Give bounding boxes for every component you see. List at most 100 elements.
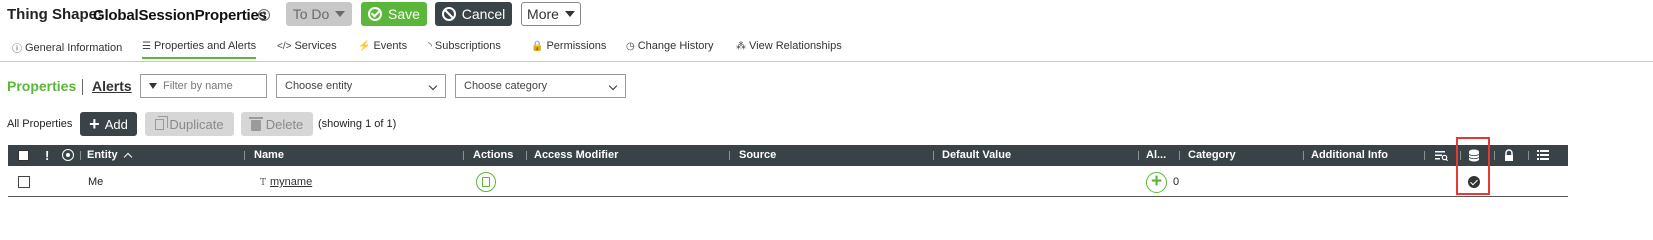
sitemap-icon: ⁂: [736, 40, 746, 52]
column-header-actions[interactable]: Actions: [473, 149, 513, 161]
trash-icon: [248, 116, 263, 131]
tab-label: Change History: [637, 40, 714, 52]
tab-label: View Relationships: [749, 40, 842, 52]
filter-placeholder: Filter by name: [163, 80, 233, 92]
tab-label: Permissions: [546, 40, 607, 52]
sort-ascending-icon: [123, 152, 132, 162]
string-type-icon: T: [260, 178, 267, 188]
alert-count: 0: [1173, 176, 1180, 188]
showing-count: (showing 1 of 1): [318, 118, 397, 130]
column-header-access-modifier[interactable]: Access Modifier: [534, 149, 618, 161]
page-title: GlobalSessionProperties: [93, 7, 267, 24]
tab-label: Services: [294, 40, 337, 52]
alert-column-icon[interactable]: !: [45, 148, 49, 163]
clock-icon: ◷: [626, 40, 635, 52]
column-divider: [933, 151, 934, 160]
column-header-category[interactable]: Category: [1188, 149, 1236, 161]
entity-select[interactable]: Choose entity: [276, 74, 446, 98]
chevron-down-icon: [428, 81, 438, 91]
tab-label: Properties and Alerts: [153, 40, 257, 52]
more-button-label: More: [527, 6, 559, 22]
column-header-additional-info[interactable]: Additional Info: [1311, 149, 1388, 161]
lock-icon[interactable]: [1502, 149, 1516, 162]
persistent-check-icon: [1468, 176, 1480, 188]
add-button-label: Add: [104, 116, 128, 132]
tab-label: Events: [373, 40, 408, 52]
copy-icon: [155, 115, 169, 130]
row-checkbox[interactable]: [18, 176, 30, 188]
tab-label: Subscriptions: [434, 40, 501, 52]
alerts-link[interactable]: Alerts: [92, 78, 132, 94]
entity-select-value: Choose entity: [285, 80, 353, 92]
column-header-name[interactable]: Name: [254, 149, 284, 161]
filter-list-icon[interactable]: [1434, 149, 1448, 162]
category-select-value: Choose category: [464, 80, 548, 92]
column-header-alerts[interactable]: Al...: [1146, 149, 1166, 161]
duplicate-button-label: Duplicate: [169, 116, 224, 132]
tab-subscriptions[interactable]: ◝ Subscriptions: [428, 40, 501, 52]
delete-button-label: Delete: [265, 116, 304, 132]
tab-bar: ⓘ General Information ☰ Properties and A…: [0, 36, 1653, 62]
tab-events[interactable]: ⚡ Events: [358, 40, 407, 52]
todo-button-label: To Do: [292, 6, 330, 22]
divider: [82, 79, 83, 95]
column-divider: [1528, 151, 1529, 160]
edit-property-icon[interactable]: [476, 172, 496, 192]
filter-icon: [149, 83, 157, 89]
column-divider: [1494, 151, 1495, 160]
column-list-icon[interactable]: [1536, 149, 1550, 162]
column-header-source[interactable]: Source: [739, 149, 776, 161]
cancel-button[interactable]: Cancel: [435, 2, 512, 26]
cancel-button-label: Cancel: [461, 6, 506, 22]
more-button[interactable]: More: [521, 2, 581, 26]
entity-type-label: Thing Shape:: [7, 6, 102, 23]
select-all-checkbox[interactable]: [18, 150, 29, 161]
category-select[interactable]: Choose category: [455, 74, 626, 98]
all-properties-label: All Properties: [7, 118, 73, 130]
page-header: Thing Shape: GlobalSessionProperties ? T…: [0, 0, 1653, 32]
tab-change-history[interactable]: ◷ Change History: [626, 40, 714, 52]
duplicate-button[interactable]: Duplicate: [145, 112, 234, 136]
info-icon: ⓘ: [12, 44, 22, 55]
caret-down-icon: [564, 11, 575, 17]
column-divider: [80, 151, 81, 160]
todo-button[interactable]: To Do: [286, 2, 352, 26]
column-header-entity[interactable]: Entity: [87, 149, 132, 162]
lock-icon: 🔒: [531, 40, 544, 52]
add-alert-icon[interactable]: +: [1146, 172, 1167, 193]
column-divider: [1303, 151, 1304, 160]
delete-button[interactable]: Delete: [241, 112, 313, 136]
grid-header: ! Entity Name Actions Access Modifier So…: [8, 145, 1568, 166]
add-button[interactable]: + Add: [80, 112, 137, 136]
plus-icon: +: [89, 114, 100, 134]
save-button[interactable]: Save: [361, 2, 427, 26]
properties-link[interactable]: Properties: [7, 78, 76, 94]
tab-services[interactable]: </> Services: [277, 40, 337, 52]
caret-down-icon: [335, 11, 346, 17]
tab-permissions[interactable]: 🔒 Permissions: [531, 40, 606, 52]
column-divider: [729, 151, 730, 160]
column-header-default-value[interactable]: Default Value: [942, 149, 1011, 161]
column-divider: [1138, 151, 1139, 160]
table-row[interactable]: Me Tmyname + 0: [8, 167, 1568, 197]
tab-general-information[interactable]: ⓘ General Information: [12, 40, 123, 56]
column-divider: [1179, 151, 1180, 160]
list-icon: ☰: [142, 40, 151, 52]
rss-icon: ◝: [428, 40, 432, 52]
chevron-down-icon: [608, 81, 618, 91]
column-divider: [526, 151, 527, 160]
column-divider: [244, 151, 245, 160]
database-icon[interactable]: [1467, 149, 1481, 162]
tab-properties-and-alerts[interactable]: ☰ Properties and Alerts: [142, 40, 257, 59]
property-name-link[interactable]: myname: [270, 176, 312, 188]
column-divider: [1424, 151, 1425, 160]
help-icon[interactable]: ?: [258, 9, 270, 21]
tab-view-relationships[interactable]: ⁂ View Relationships: [736, 40, 842, 52]
tab-label: General Information: [25, 41, 123, 54]
visibility-column-icon[interactable]: [62, 149, 74, 161]
save-button-label: Save: [388, 6, 420, 22]
ban-icon: [441, 7, 456, 21]
column-divider: [463, 151, 464, 160]
filter-input[interactable]: Filter by name: [140, 74, 267, 98]
column-divider: [1460, 151, 1461, 160]
